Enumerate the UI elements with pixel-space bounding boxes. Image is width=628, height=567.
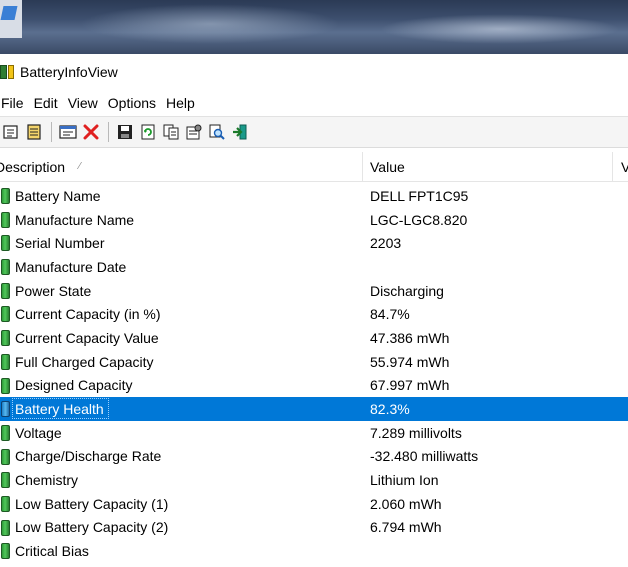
list-row[interactable]: Designed Capacity 67.997 mWh [0, 374, 628, 398]
text-report-icon[interactable] [23, 121, 45, 143]
options-icon[interactable] [183, 121, 205, 143]
column-header-value[interactable]: Value [370, 152, 405, 182]
battery-icon [1, 235, 10, 252]
battery-icon [1, 353, 10, 370]
list-row[interactable]: Critical Bias [0, 539, 628, 563]
toolbar-separator [108, 122, 109, 142]
row-description: Chemistry [15, 472, 79, 489]
cloud [380, 14, 620, 44]
row-value: Discharging [370, 282, 444, 299]
row-description: Full Charged Capacity [15, 353, 154, 370]
battery-icon [1, 519, 10, 536]
row-value: 7.289 millivolts [370, 424, 462, 441]
list-row[interactable]: Current Capacity Value 47.386 mWh [0, 326, 628, 350]
list-row[interactable]: Low Battery Capacity (1) 2.060 mWh [0, 492, 628, 516]
row-description: Low Battery Capacity (2) [15, 519, 169, 536]
battery-icon [1, 330, 10, 347]
row-description: Low Battery Capacity (1) [15, 495, 169, 512]
list-row[interactable]: Current Capacity (in %) 84.7% [0, 302, 628, 326]
battery-icon [1, 424, 10, 441]
battery-icon [1, 259, 10, 276]
row-description: Battery Health [15, 401, 104, 418]
menu-options[interactable]: Options [103, 95, 161, 111]
html-report-icon[interactable] [0, 121, 22, 143]
app-shortcut-icon [0, 6, 18, 20]
list-row[interactable]: Manufacture Name LGC-LGC8.820 [0, 208, 628, 232]
row-description: Current Capacity Value [15, 329, 159, 346]
list-row[interactable]: Voltage 7.289 millivolts [0, 421, 628, 445]
column-header-description[interactable]: Description ⁄ [0, 152, 363, 182]
battery-icon [1, 306, 10, 323]
battery-icon [1, 211, 10, 228]
row-value: Lithium Ion [370, 472, 439, 489]
list-row[interactable]: Chemistry Lithium Ion [0, 468, 628, 492]
row-value: 2203 [370, 235, 402, 252]
battery-icon [1, 495, 10, 512]
sort-ascending-icon: ⁄ [79, 161, 81, 172]
list-row[interactable]: Manufacture Date [0, 255, 628, 279]
row-description: Power State [15, 282, 92, 299]
cloud [80, 4, 340, 44]
battery-icon [1, 543, 10, 560]
list-rows: Battery Name DELL FPT1C95 Manufacture Name… [0, 184, 628, 563]
row-description: Designed Capacity [15, 377, 133, 394]
battery-icon [1, 282, 10, 299]
menu-view[interactable]: View [63, 95, 103, 111]
list-row[interactable]: Power State Discharging [0, 279, 628, 303]
row-value: DELL FPT1C95 [370, 187, 469, 204]
column-divider[interactable] [612, 152, 613, 182]
properties-icon[interactable] [57, 121, 79, 143]
menu-file[interactable]: File [0, 95, 29, 111]
battery-info-list[interactable]: Description ⁄ Value V Battery Name DELL F… [0, 152, 628, 567]
save-icon[interactable] [114, 121, 136, 143]
desktop-icon[interactable] [0, 0, 22, 38]
row-value: 47.386 mWh [370, 329, 450, 346]
row-value: 67.997 mWh [370, 377, 450, 394]
refresh-icon[interactable] [137, 121, 159, 143]
row-description: Battery Name [15, 187, 101, 204]
window-title: BatteryInfoView [20, 64, 118, 80]
row-value: 55.974 mWh [370, 353, 450, 370]
row-description: Manufacture Name [15, 211, 135, 228]
battery-icon [1, 188, 10, 204]
app-icon [0, 65, 14, 79]
row-description: Manufacture Date [15, 258, 127, 275]
column-divider[interactable] [362, 152, 363, 182]
menu-help[interactable]: Help [161, 95, 200, 111]
title-bar: BatteryInfoView [0, 54, 628, 90]
battery-icon [1, 448, 10, 465]
desktop-background [0, 0, 628, 54]
list-header: Description ⁄ Value V [0, 152, 628, 182]
menu-edit[interactable]: Edit [29, 95, 63, 111]
menu-bar: File Edit View Options Help [0, 91, 628, 115]
list-row[interactable]: Serial Number 2203 [0, 231, 628, 255]
toolbar [0, 116, 628, 148]
row-description: Current Capacity (in %) [15, 306, 161, 323]
list-row[interactable]: Battery Health 82.3% [0, 397, 628, 421]
row-value: 6.794 mWh [370, 519, 442, 536]
row-description: Serial Number [15, 235, 105, 252]
copy-icon[interactable] [160, 121, 182, 143]
battery-icon [1, 401, 10, 418]
delete-icon[interactable] [80, 121, 102, 143]
list-row[interactable]: Charge/Discharge Rate -32.480 milliwatts [0, 445, 628, 469]
column-header-next[interactable]: V [621, 152, 628, 182]
row-description: Voltage [15, 424, 62, 441]
battery-icon [1, 472, 10, 489]
list-row[interactable]: Low Battery Capacity (2) 6.794 mWh [0, 516, 628, 540]
list-row[interactable]: Full Charged Capacity 55.974 mWh [0, 350, 628, 374]
row-value: -32.480 milliwatts [370, 448, 479, 465]
list-row[interactable]: Battery Name DELL FPT1C95 [0, 184, 628, 208]
row-description: Critical Bias [15, 543, 89, 560]
row-description: Charge/Discharge Rate [15, 448, 162, 465]
row-value: 2.060 mWh [370, 495, 442, 512]
row-value: LGC-LGC8.820 [370, 211, 468, 228]
toolbar-separator [51, 122, 52, 142]
row-value: 84.7% [370, 306, 410, 323]
find-icon[interactable] [206, 121, 228, 143]
battery-icon [1, 377, 10, 394]
exit-icon[interactable] [229, 121, 251, 143]
row-value: 82.3% [370, 401, 410, 418]
